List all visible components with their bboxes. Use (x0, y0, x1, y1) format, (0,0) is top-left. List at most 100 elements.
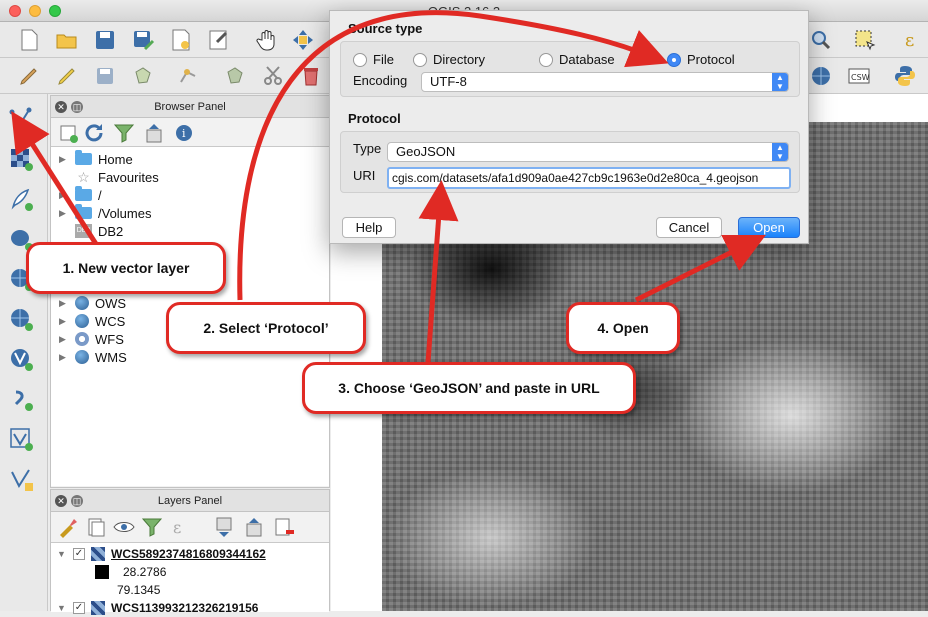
layer-visibility-checkbox[interactable]: ✓ (73, 548, 85, 560)
legend-entry: 28.2786 (95, 563, 166, 581)
layer-row[interactable]: ▼ ✓ WCS5892374816809344162 (57, 545, 266, 563)
pan-hand-icon[interactable] (254, 27, 280, 53)
add-feature-icon[interactable] (130, 63, 156, 89)
add-vector-layer-dialog: Source type File Directory Database Prot… (329, 10, 809, 244)
callout-step4: 4. Open (566, 302, 680, 354)
zoom-tool-icon[interactable] (808, 27, 834, 53)
tree-item-volumes[interactable]: ▶ /Volumes (59, 204, 151, 222)
callout-step2: 2. Select ‘Protocol’ (166, 302, 366, 354)
tree-item-wms[interactable]: ▶ WMS (59, 348, 127, 366)
add-oracle-layer-icon[interactable] (6, 384, 36, 414)
csw-icon[interactable]: CSW (846, 63, 872, 89)
open-button[interactable]: Open (738, 217, 800, 238)
toggle-editing-icon[interactable] (54, 63, 80, 89)
radio-directory[interactable]: Directory (413, 52, 485, 67)
protocol-type-select[interactable]: GeoJSON ▲ ▼ (387, 142, 789, 162)
browser-panel-title: Browser Panel (154, 101, 226, 113)
tree-item-home[interactable]: ▶ Home (59, 150, 133, 168)
collapse-all-icon[interactable] (141, 120, 167, 146)
help-button[interactable]: Help (342, 217, 396, 238)
add-wms-layer-icon[interactable] (808, 63, 834, 89)
tree-item-wfs[interactable]: ▶ WFS (59, 330, 124, 348)
radio-button[interactable] (539, 52, 553, 67)
remove-layer-icon[interactable] (271, 514, 297, 540)
refresh-icon[interactable] (81, 120, 107, 146)
radio-button[interactable] (353, 52, 367, 67)
add-wfs-icon[interactable] (6, 344, 36, 374)
composer-manager-icon[interactable] (206, 27, 232, 53)
visibility-eye-icon[interactable] (111, 514, 137, 540)
filter-expression-icon[interactable]: ε (169, 514, 195, 540)
source-type-title: Source type (348, 21, 423, 36)
collapse-arrow-icon[interactable]: ▼ (57, 603, 67, 613)
expand-arrow-icon[interactable]: ▶ (59, 298, 69, 309)
chevron-updown-icon: ▲ ▼ (772, 73, 788, 91)
layer-row[interactable]: ▼ ✓ WCS113993212326219156 (57, 599, 258, 617)
radio-button[interactable] (413, 52, 427, 67)
layer-visibility-checkbox[interactable]: ✓ (73, 602, 85, 614)
radio-file[interactable]: File (353, 52, 394, 67)
tree-item-root[interactable]: ▶ / (59, 186, 102, 204)
open-project-icon[interactable] (54, 27, 80, 53)
new-project-icon[interactable] (16, 27, 42, 53)
collapse-all-icon[interactable] (241, 514, 267, 540)
svg-text:ε: ε (905, 30, 914, 51)
radio-label: Directory (433, 52, 486, 67)
expression-select-icon[interactable]: ε (900, 27, 926, 53)
cut-features-icon[interactable] (260, 63, 286, 89)
add-virtual-layer-icon[interactable] (6, 424, 36, 454)
radio-button-selected[interactable] (667, 52, 681, 67)
globe-icon (75, 314, 89, 328)
uri-input[interactable]: cgis.com/datasets/afa1d909a0ae427cb9c196… (387, 167, 791, 189)
add-wms-icon[interactable] (6, 304, 36, 334)
legend-value: 79.1345 (117, 583, 161, 597)
expand-arrow-icon[interactable]: ▶ (59, 334, 69, 345)
tree-item-label: WCS (95, 313, 126, 329)
current-edits-icon[interactable] (16, 63, 42, 89)
browser-panel-header: ✕ ◫ Browser Panel (51, 96, 329, 118)
globe-icon (75, 296, 89, 310)
node-tool-icon[interactable] (176, 63, 202, 89)
tree-item-ows[interactable]: ▶ OWS (59, 294, 126, 312)
radio-label: Database (559, 52, 615, 67)
expand-arrow-icon[interactable]: ▶ (59, 352, 69, 363)
pan-to-selection-icon[interactable] (290, 27, 316, 53)
collapse-arrow-icon[interactable]: ▼ (57, 549, 67, 559)
move-feature-icon[interactable] (222, 63, 248, 89)
expand-arrow-icon[interactable]: ▶ (59, 190, 69, 201)
python-console-icon[interactable] (892, 63, 918, 89)
add-raster-layer-icon[interactable] (6, 144, 36, 174)
new-print-composer-icon[interactable] (168, 27, 194, 53)
expand-arrow-icon[interactable]: ▶ (59, 316, 69, 327)
type-label: Type (353, 141, 382, 156)
add-group-icon[interactable] (83, 514, 109, 540)
delete-selected-icon[interactable] (298, 63, 324, 89)
legend-swatch-black (95, 565, 109, 579)
tree-item-wcs[interactable]: ▶ WCS (59, 312, 125, 330)
filter-legend-icon[interactable] (139, 514, 165, 540)
tree-item-label: Favourites (98, 169, 159, 185)
add-delimited-text-icon[interactable] (6, 184, 36, 214)
properties-icon[interactable]: i (171, 120, 197, 146)
radio-protocol[interactable]: Protocol (667, 52, 735, 67)
new-shapefile-icon[interactable] (6, 464, 36, 494)
save-as-icon[interactable] (130, 27, 156, 53)
tree-item-label: DB2 (98, 223, 124, 239)
layer-styling-icon[interactable] (55, 514, 81, 540)
folder-icon (75, 204, 92, 219)
tree-item-favourites[interactable]: ☆ Favourites (59, 168, 159, 186)
radio-database[interactable]: Database (539, 52, 615, 67)
expand-arrow-icon[interactable]: ▶ (59, 154, 69, 165)
add-selected-layers-icon[interactable] (55, 120, 81, 146)
cancel-button[interactable]: Cancel (656, 217, 722, 238)
expand-arrow-icon[interactable]: ▶ (59, 208, 69, 219)
expand-all-icon[interactable] (211, 514, 237, 540)
callout-step1: 1. New vector layer (26, 242, 226, 294)
encoding-select[interactable]: UTF-8 ▲ ▼ (421, 72, 789, 92)
new-vector-layer-icon[interactable] (6, 104, 36, 134)
save-edits-icon[interactable] (92, 63, 118, 89)
filter-icon[interactable] (111, 120, 137, 146)
tree-item-db2[interactable]: DB2 DB2 (59, 222, 123, 240)
save-project-icon[interactable] (92, 27, 118, 53)
select-features-icon[interactable] (852, 27, 878, 53)
